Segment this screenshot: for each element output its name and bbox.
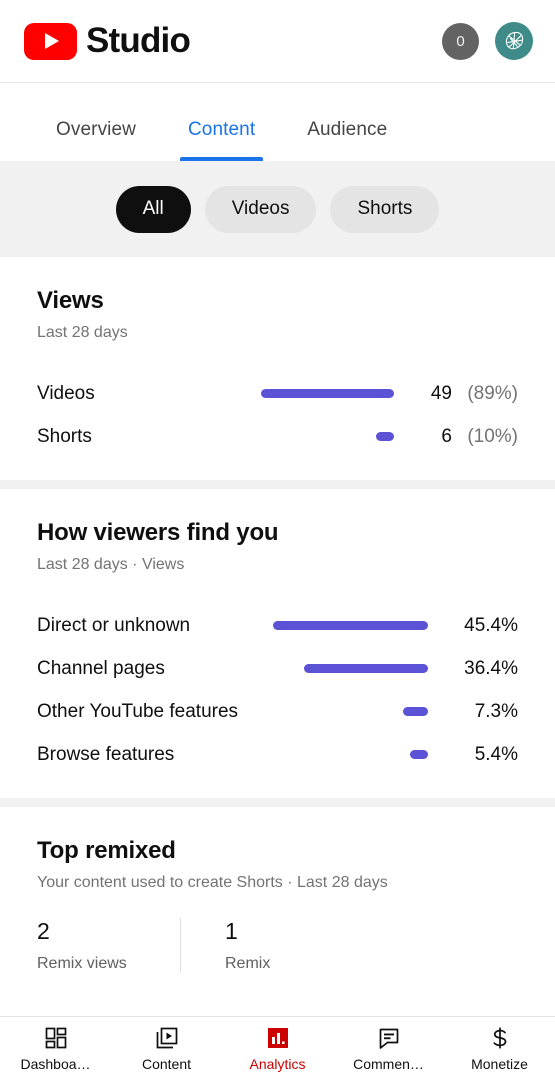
traffic-row-browse-bar: [409, 750, 428, 759]
traffic-row-browse: Browse features 5.4%: [37, 733, 518, 776]
views-row-shorts-bar: [376, 432, 394, 441]
remix-stat-count: 1 Remix: [180, 918, 518, 973]
traffic-sources-card[interactable]: How viewers find you Last 28 days · View…: [0, 489, 555, 798]
youtube-play-logo-icon: [24, 22, 77, 60]
tab-overview-label: Overview: [56, 119, 136, 140]
bottom-navigation: Dashboa… Content Analytics Commen… Monet…: [0, 1016, 555, 1080]
traffic-card-subtitle: Last 28 days · Views: [37, 556, 185, 573]
nav-item-comments[interactable]: Commen…: [333, 1017, 444, 1080]
views-row-videos-count: 49: [430, 382, 452, 404]
analytics-content: Views Last 28 days Videos 49 (89%) Short…: [0, 257, 555, 1016]
nav-item-comments-label: Commen…: [353, 1056, 424, 1072]
traffic-row-other-features-bar-zone: [238, 707, 442, 716]
remix-stat-count-label: Remix: [225, 955, 271, 972]
traffic-row-direct-bar: [273, 621, 428, 630]
chip-all-label: All: [142, 198, 164, 219]
traffic-row-direct-bar-zone: [190, 621, 442, 630]
remix-card-title: Top remixed: [37, 837, 176, 864]
youtube-studio-analytics-screen: Studio 0 Overview Content Audience All V…: [0, 0, 555, 1080]
notification-count: 0: [456, 32, 465, 50]
nav-item-dashboard[interactable]: Dashboa…: [0, 1017, 111, 1080]
views-row-videos-percent: (89%): [467, 382, 518, 404]
chip-all[interactable]: All: [115, 185, 191, 233]
traffic-row-channel-value: 36.4%: [464, 657, 518, 679]
analytics-bars-icon: [265, 1025, 291, 1051]
views-row-shorts-percent: (10%): [467, 425, 518, 447]
traffic-row-browse-value: 5.4%: [474, 743, 518, 765]
views-bar-list: Videos 49 (89%) Shorts 6 (10%): [37, 372, 518, 458]
tab-overview[interactable]: Overview: [42, 119, 162, 161]
views-row-videos-label: Videos: [37, 382, 95, 404]
traffic-row-other-features-label: Other YouTube features: [37, 700, 239, 722]
chip-videos-label: Videos: [231, 198, 290, 219]
views-row-shorts: Shorts 6 (10%): [37, 415, 518, 458]
chip-videos[interactable]: Videos: [204, 185, 317, 233]
traffic-row-other-features: Other YouTube features 7.3%: [37, 690, 518, 733]
views-card[interactable]: Views Last 28 days Videos 49 (89%) Short…: [0, 257, 555, 480]
top-remixed-card[interactable]: Top remixed Your content used to create …: [0, 807, 555, 995]
remix-stats: 2 Remix views 1 Remix: [37, 918, 518, 973]
nav-item-monetize-label: Monetize: [471, 1056, 528, 1072]
notification-badge[interactable]: 0: [442, 22, 479, 60]
remix-stat-views-label: Remix views: [37, 955, 127, 972]
traffic-row-channel-label: Channel pages: [37, 657, 165, 679]
tab-audience[interactable]: Audience: [281, 119, 413, 161]
section-divider-2: [0, 798, 555, 807]
section-divider-1: [0, 480, 555, 489]
filter-chip-row: All Videos Shorts: [0, 161, 555, 257]
brand-title: Studio: [86, 21, 191, 60]
traffic-row-direct-value: 45.4%: [464, 614, 518, 636]
traffic-row-browse-bar-zone: [174, 750, 442, 759]
nav-item-monetize[interactable]: Monetize: [444, 1017, 555, 1080]
dashboard-grid-icon: [43, 1025, 69, 1051]
app-bar: Studio 0: [0, 0, 555, 83]
nav-item-dashboard-label: Dashboa…: [20, 1056, 91, 1072]
traffic-row-channel-bar-zone: [165, 664, 442, 673]
chip-shorts[interactable]: Shorts: [330, 185, 440, 233]
traffic-row-direct-label: Direct or unknown: [37, 614, 191, 636]
avatar[interactable]: [495, 22, 533, 60]
traffic-row-other-features-value: 7.3%: [474, 700, 518, 722]
nav-item-content-label: Content: [141, 1056, 192, 1072]
views-card-subtitle: Last 28 days: [37, 324, 128, 341]
analytics-tabs: Overview Content Audience: [0, 83, 555, 161]
traffic-row-browse-label: Browse features: [37, 743, 175, 765]
nav-item-analytics-label: Analytics: [249, 1056, 306, 1072]
remix-stat-count-value: 1: [225, 918, 238, 944]
views-row-videos-bar: [260, 389, 394, 398]
views-card-title: Views: [37, 287, 104, 314]
remix-card-subtitle: Your content used to create Shorts · Las…: [37, 874, 388, 891]
tab-content-label: Content: [187, 119, 256, 140]
app-bar-actions: 0: [442, 22, 533, 60]
views-row-shorts-label: Shorts: [37, 425, 92, 447]
brand-logo[interactable]: Studio: [24, 21, 191, 61]
views-row-videos: Videos 49 (89%): [37, 372, 518, 415]
chip-shorts-label: Shorts: [357, 198, 413, 219]
content-video-icon: [154, 1025, 180, 1051]
tab-content[interactable]: Content: [162, 119, 281, 161]
traffic-row-direct: Direct or unknown 45.4%: [37, 604, 518, 647]
traffic-row-channel: Channel pages 36.4%: [37, 647, 518, 690]
traffic-card-title: How viewers find you: [37, 519, 279, 546]
views-row-shorts-bar-zone: [92, 432, 406, 441]
tab-audience-label: Audience: [307, 119, 388, 140]
monetize-dollar-icon: [487, 1025, 513, 1051]
remix-stat-views-value: 2: [37, 918, 50, 944]
remix-stat-views: 2 Remix views: [37, 918, 180, 973]
nav-item-analytics[interactable]: Analytics: [222, 1017, 333, 1080]
comments-bubble-icon: [376, 1025, 402, 1051]
traffic-row-other-features-bar: [403, 707, 428, 716]
traffic-bar-list: Direct or unknown 45.4% Channel pages 36…: [37, 604, 518, 776]
channel-avatar-leaf-icon: [505, 31, 524, 50]
traffic-row-channel-bar: [303, 664, 428, 673]
views-row-videos-bar-zone: [95, 389, 406, 398]
views-row-shorts-count: 6: [441, 425, 452, 447]
nav-item-content[interactable]: Content: [111, 1017, 222, 1080]
